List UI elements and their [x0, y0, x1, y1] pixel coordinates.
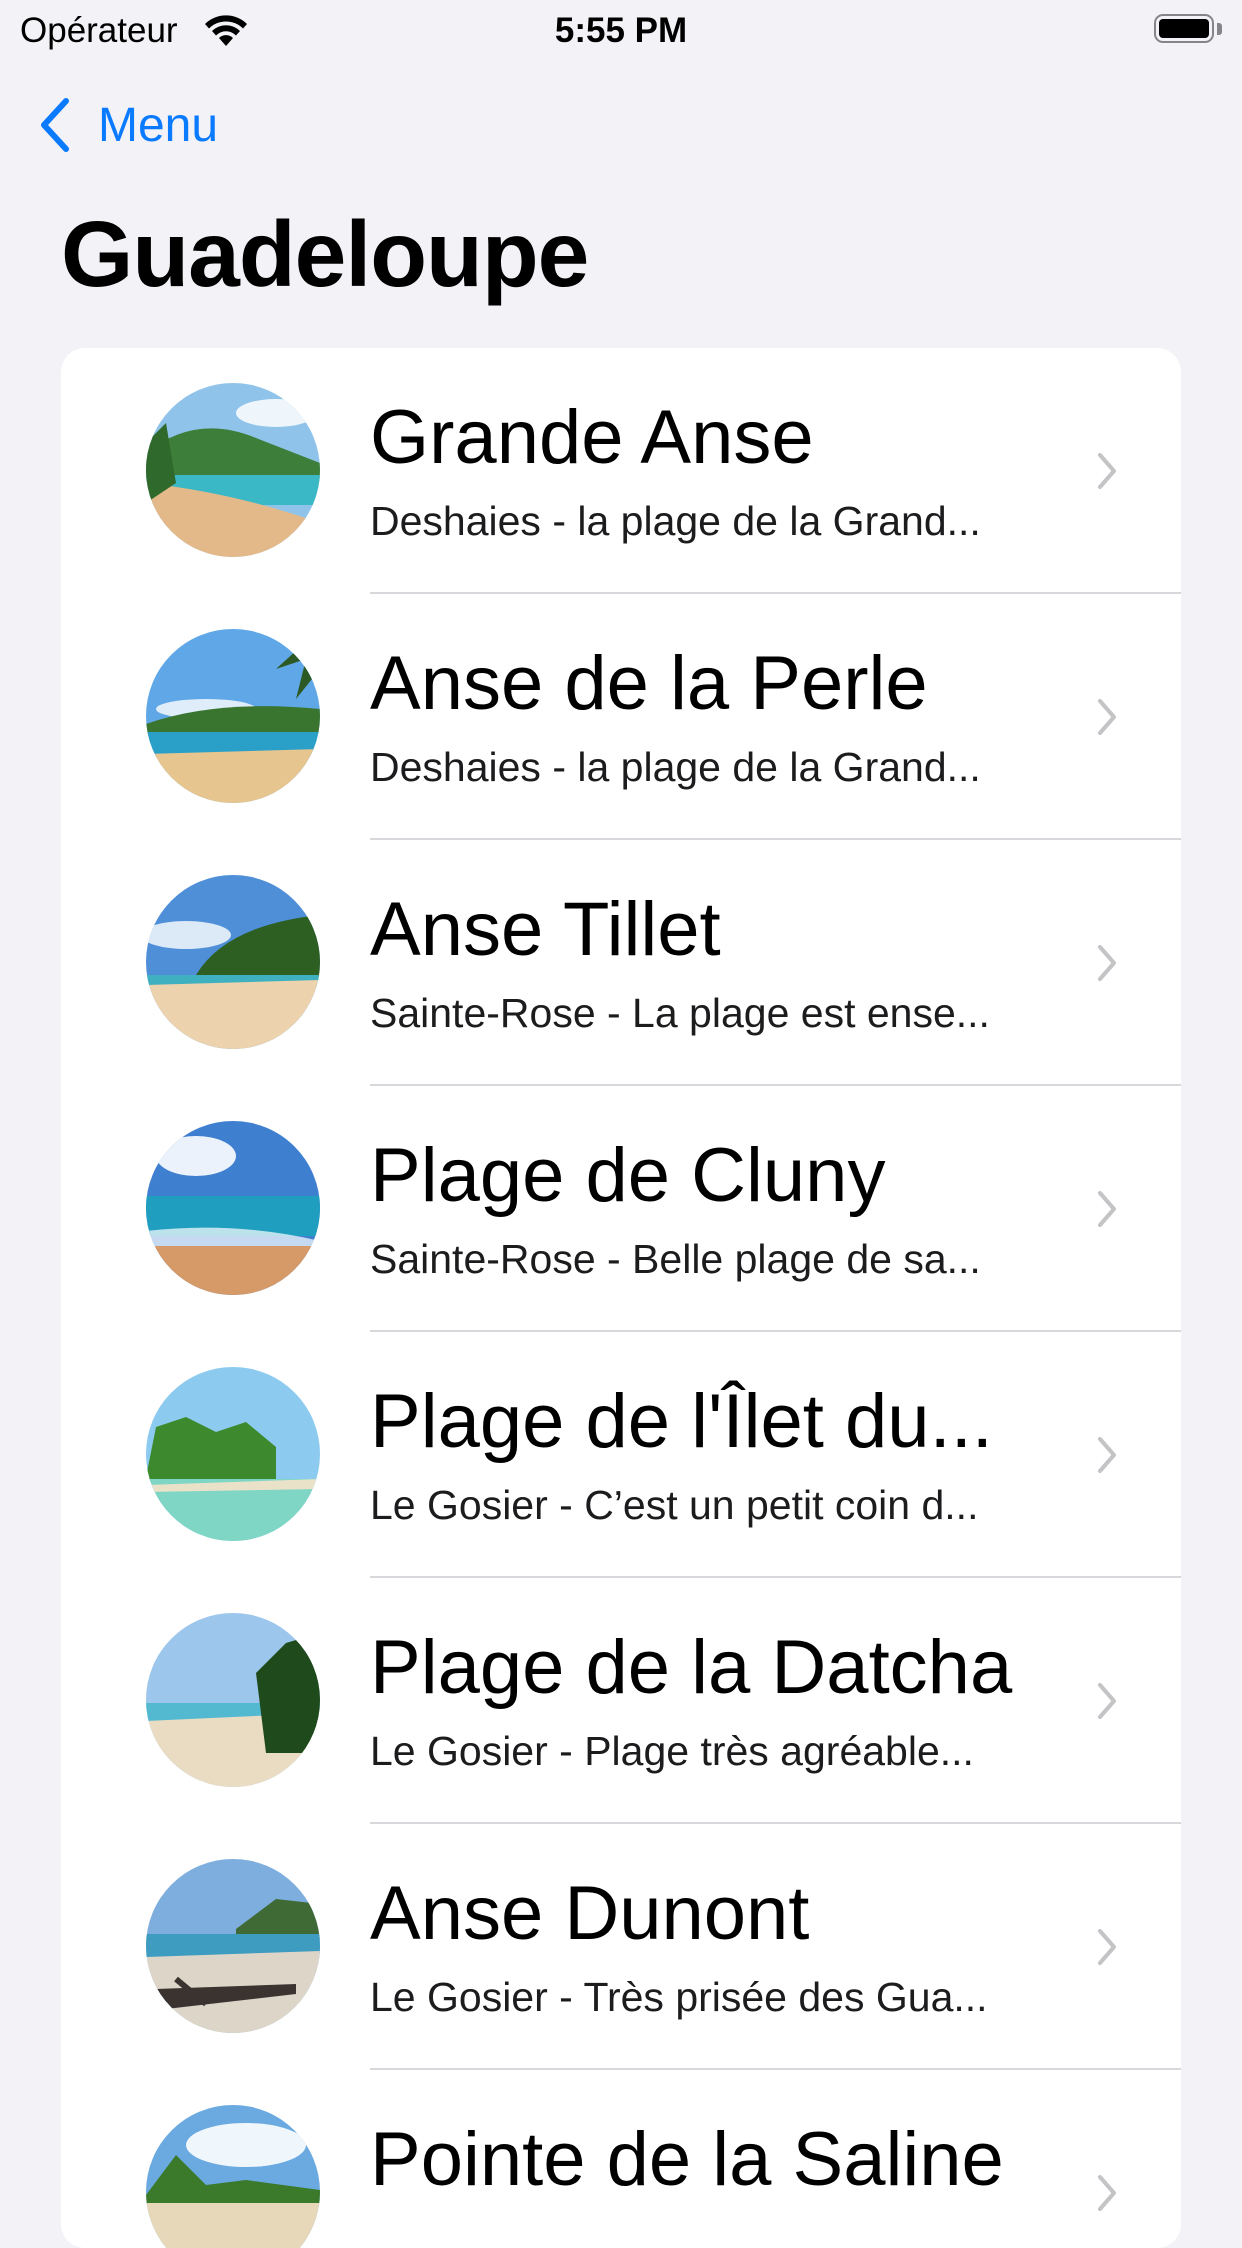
chevron-right-icon — [1098, 453, 1116, 489]
list-item[interactable]: Plage de Cluny Sainte-Rose - Belle plage… — [61, 1086, 1181, 1332]
item-subtitle: Sainte-Rose - Belle plage de sa... — [370, 1236, 981, 1282]
list-item[interactable]: Anse Tillet Sainte-Rose - La plage est e… — [61, 840, 1181, 1086]
item-title: Anse de la Perle — [370, 641, 928, 726]
beach-thumbnail — [146, 1859, 320, 2033]
beach-thumbnail — [146, 1121, 320, 1295]
chevron-right-icon — [1098, 699, 1116, 735]
item-subtitle: Deshaies - la plage de la Grand... — [370, 744, 981, 790]
beach-thumbnail — [146, 2105, 320, 2248]
beach-thumbnail — [146, 1613, 320, 1787]
chevron-left-icon — [41, 98, 69, 152]
chevron-right-icon — [1098, 945, 1116, 981]
item-subtitle: Le Gosier - Très prisée des Gua... — [370, 1974, 988, 2020]
item-title: Plage de Cluny — [370, 1133, 886, 1218]
item-title: Grande Anse — [370, 395, 814, 480]
beach-list: Grande Anse Deshaies - la plage de la Gr… — [61, 348, 1181, 2248]
item-subtitle: Le Gosier - C’est un petit coin d... — [370, 1482, 979, 1528]
chevron-right-icon — [1098, 1929, 1116, 1965]
item-subtitle: Le Gosier - Plage très agréable... — [370, 1728, 974, 1774]
beach-thumbnail — [146, 875, 320, 1049]
list-item[interactable]: Anse Dunont Le Gosier - Très prisée des … — [61, 1824, 1181, 2070]
beach-thumbnail — [146, 1367, 320, 1541]
back-button[interactable]: Menu — [36, 92, 218, 158]
list-item[interactable]: Grande Anse Deshaies - la plage de la Gr… — [61, 348, 1181, 594]
list-item[interactable]: Pointe de la Saline — [61, 2070, 1181, 2248]
status-bar: Opérateur 5:55 PM — [0, 0, 1242, 62]
item-title: Anse Dunont — [370, 1871, 810, 1956]
clock: 5:55 PM — [554, 11, 688, 50]
list-item[interactable]: Anse de la Perle Deshaies - la plage de … — [61, 594, 1181, 840]
chevron-right-icon — [1098, 1191, 1116, 1227]
chevron-right-icon — [1098, 2175, 1116, 2211]
item-title: Pointe de la Saline — [370, 2117, 1004, 2202]
chevron-right-icon — [1098, 1437, 1116, 1473]
back-label: Menu — [98, 98, 219, 152]
list-item[interactable]: Plage de l'Îlet du... Le Gosier - C’est … — [61, 1332, 1181, 1578]
beach-thumbnail — [146, 383, 320, 557]
list-item[interactable]: Plage de la Datcha Le Gosier - Plage trè… — [61, 1578, 1181, 1824]
item-subtitle: Deshaies - la plage de la Grand... — [370, 498, 981, 544]
item-subtitle: Sainte-Rose - La plage est ense... — [370, 990, 990, 1036]
chevron-right-icon — [1098, 1683, 1116, 1719]
beach-thumbnail — [146, 629, 320, 803]
item-title: Plage de l'Îlet du... — [370, 1379, 993, 1464]
page-title: Guadeloupe — [61, 202, 589, 306]
battery-icon — [1154, 14, 1224, 47]
item-title: Plage de la Datcha — [370, 1625, 1013, 1710]
item-title: Anse Tillet — [370, 887, 721, 972]
